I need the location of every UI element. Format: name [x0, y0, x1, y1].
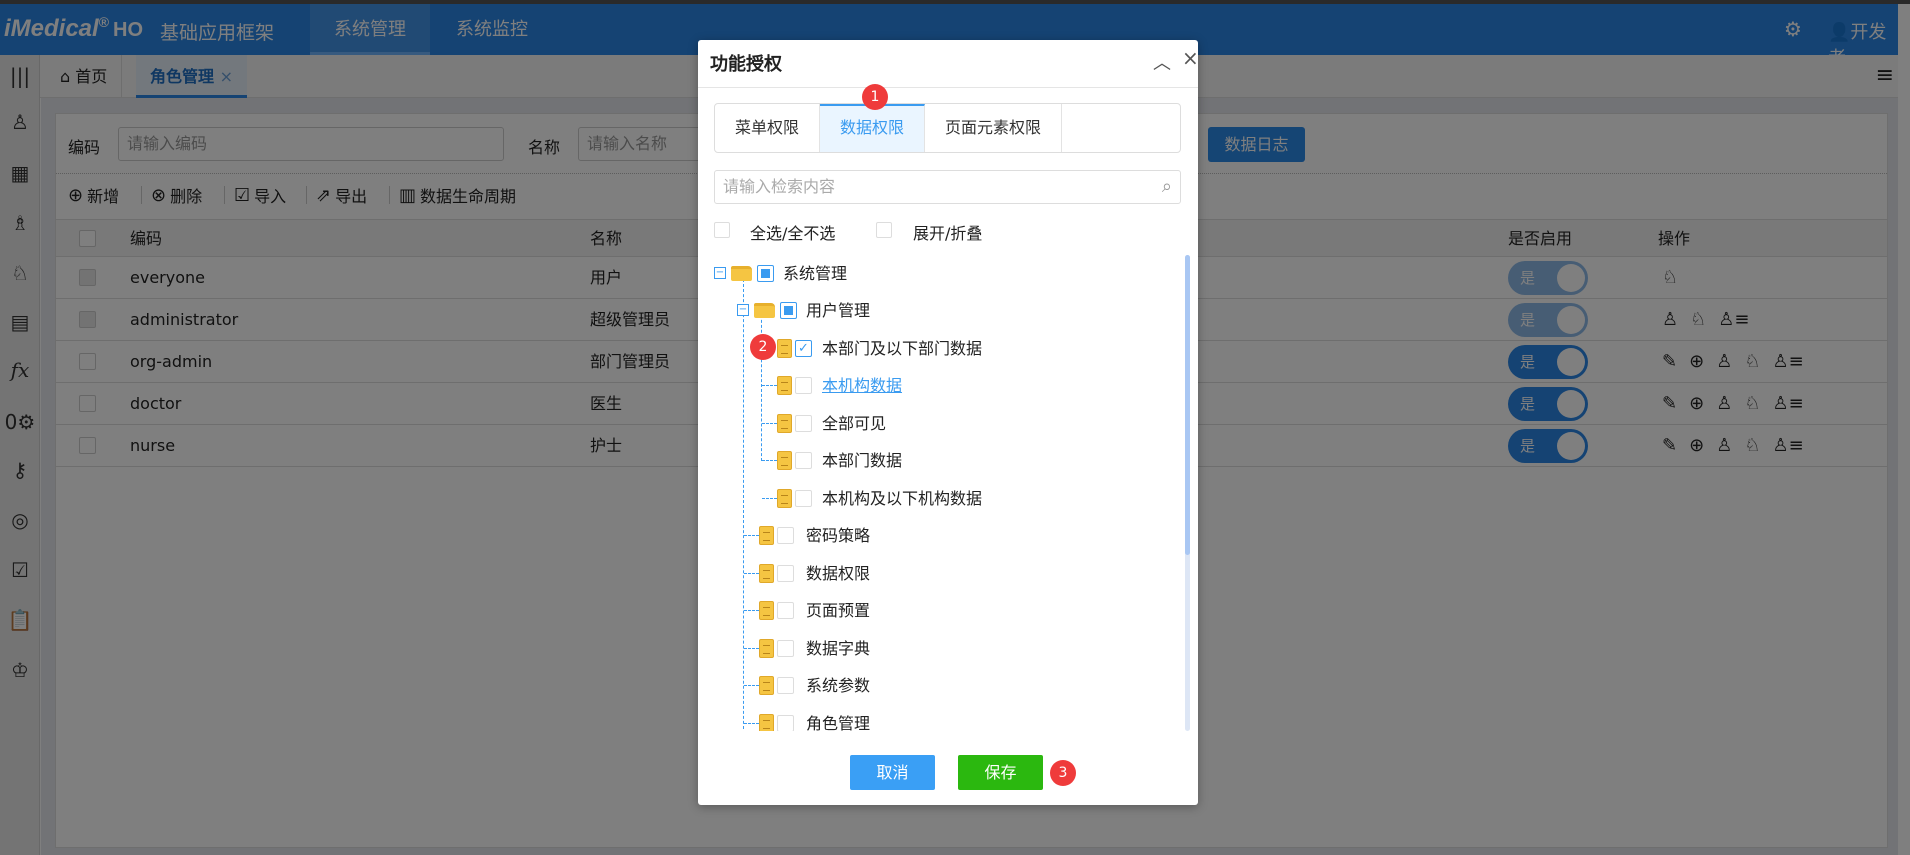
tree-checkbox[interactable] — [777, 715, 794, 731]
expand-collapse-label: 展开/折叠 — [913, 224, 983, 243]
file-icon — [759, 601, 774, 620]
tree-line — [762, 498, 777, 499]
file-icon — [759, 526, 774, 545]
step-badge-2: 2 — [750, 334, 776, 360]
save-button[interactable]: 保存 — [958, 755, 1043, 790]
dialog-divider — [698, 87, 1198, 88]
tree-line — [744, 685, 759, 686]
chevron-up-icon[interactable]: ︿ — [1153, 49, 1171, 75]
tree-node[interactable]: 角色管理 — [698, 705, 1178, 731]
tree-node-label[interactable]: 全部可见 — [822, 405, 886, 442]
tree-checkbox[interactable] — [777, 565, 794, 582]
tree-node[interactable]: 页面预置 — [698, 592, 1178, 629]
search-icon[interactable]: ⌕ — [1162, 171, 1172, 203]
tree-node-label[interactable]: 用户管理 — [806, 292, 870, 329]
tree-line — [762, 423, 777, 424]
tree-line — [762, 460, 777, 461]
tab-page-element-permission[interactable]: 页面元素权限 — [925, 104, 1063, 152]
cancel-button[interactable]: 取消 — [850, 755, 935, 790]
file-icon — [759, 676, 774, 695]
tree-node-label[interactable]: 本机构数据 — [822, 367, 902, 404]
tree-checkbox[interactable] — [757, 265, 774, 282]
tree-checkbox[interactable] — [795, 377, 812, 394]
file-icon — [777, 451, 792, 470]
select-all-label: 全选/全不选 — [750, 224, 836, 243]
permission-tabs: 菜单权限 数据权限 页面元素权限 — [714, 103, 1181, 153]
tree-node[interactable]: − 用户管理 — [698, 292, 1178, 329]
step-badge-3: 3 — [1050, 760, 1076, 786]
tree-checkbox[interactable] — [777, 640, 794, 657]
tree-checkbox[interactable] — [795, 490, 812, 507]
close-icon[interactable]: × — [1182, 46, 1199, 70]
file-icon — [759, 639, 774, 658]
tree-line — [744, 535, 759, 536]
tree-node-label[interactable]: 密码策略 — [806, 517, 870, 554]
tree-line — [744, 573, 759, 574]
dialog-title: 功能授权 — [710, 54, 782, 75]
file-icon — [759, 564, 774, 583]
tree-node-label[interactable]: 本部门及以下部门数据 — [822, 330, 982, 367]
search-placeholder: 请输入检索内容 — [723, 177, 836, 196]
tree-checkbox[interactable] — [777, 677, 794, 694]
file-icon — [759, 714, 774, 731]
file-icon — [777, 376, 792, 395]
tree-node-label[interactable]: 本部门数据 — [822, 442, 902, 479]
tree-node-label[interactable]: 角色管理 — [806, 705, 870, 731]
tree-node[interactable]: 全部可见 — [698, 405, 1178, 442]
file-icon — [777, 339, 792, 358]
file-icon — [777, 489, 792, 508]
tree-node[interactable]: 本机构及以下机构数据 — [698, 480, 1178, 517]
tree-line — [744, 723, 759, 724]
collapse-icon[interactable]: − — [737, 304, 749, 316]
step-badge-1: 1 — [862, 84, 888, 110]
tree-node[interactable]: 数据字典 — [698, 630, 1178, 667]
tree-node[interactable]: − 系统管理 — [698, 255, 1178, 292]
folder-icon — [731, 266, 752, 281]
collapse-icon[interactable]: − — [714, 267, 726, 279]
function-authorization-dialog: 功能授权 ︿ × 菜单权限 数据权限 页面元素权限 1 请输入检索内容 ⌕ 全选/… — [698, 40, 1199, 805]
tree-checkbox[interactable] — [795, 415, 812, 432]
select-all-checkbox[interactable] — [714, 222, 730, 238]
tree-line — [744, 610, 759, 611]
tree-node-label[interactable]: 系统参数 — [806, 667, 870, 704]
tree-node-label[interactable]: 系统管理 — [783, 255, 847, 292]
tree-search-input[interactable]: 请输入检索内容 ⌕ — [714, 170, 1181, 204]
file-icon — [777, 414, 792, 433]
folder-icon — [754, 303, 775, 318]
tree-node-label[interactable]: 本机构及以下机构数据 — [822, 480, 982, 517]
tree-checkbox[interactable] — [780, 302, 797, 319]
permission-tree: − 系统管理 − 用户管理 ✓ 本部门及以下部门数据 本机构数据 全部可见 本部… — [698, 255, 1198, 731]
tree-line — [744, 648, 759, 649]
tree-node[interactable]: 数据权限 — [698, 555, 1178, 592]
tab-data-permission[interactable]: 数据权限 — [820, 104, 926, 152]
tree-node-label[interactable]: 数据字典 — [806, 630, 870, 667]
tree-node[interactable]: 本机构数据 — [698, 367, 1178, 404]
tree-checkbox[interactable]: ✓ — [795, 340, 812, 357]
tree-node[interactable]: 密码策略 — [698, 517, 1178, 554]
tree-checkbox[interactable] — [777, 527, 794, 544]
tree-checkbox[interactable] — [777, 602, 794, 619]
tree-node-label[interactable]: 页面预置 — [806, 592, 870, 629]
tree-checkbox[interactable] — [795, 452, 812, 469]
tree-line — [762, 385, 777, 386]
tree-node[interactable]: 本部门数据 — [698, 442, 1178, 479]
tree-node-label[interactable]: 数据权限 — [806, 555, 870, 592]
tree-node[interactable]: 系统参数 — [698, 667, 1178, 704]
tree-scrollbar-thumb[interactable] — [1185, 255, 1190, 555]
expand-collapse-checkbox[interactable] — [876, 222, 892, 238]
tab-menu-permission[interactable]: 菜单权限 — [715, 104, 821, 152]
